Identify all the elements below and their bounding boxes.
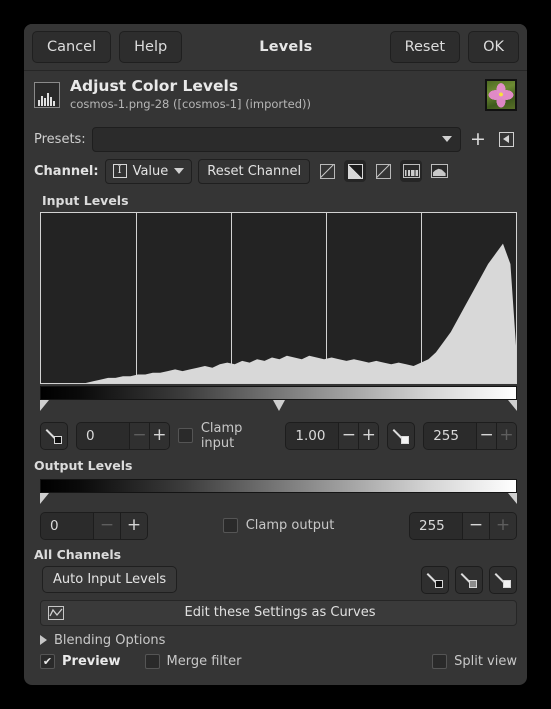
linear-histogram-icon[interactable]: [400, 160, 423, 183]
black-point-picker-icon[interactable]: [40, 421, 68, 450]
input-high-increment[interactable]: +: [496, 422, 516, 449]
histogram-plot: [41, 243, 516, 383]
filter-header: Adjust Color Levels cosmos-1.png-28 ([co…: [24, 71, 527, 121]
input-gamma-spinner[interactable]: 1.00 − +: [285, 421, 380, 450]
input-histogram-wrap: [34, 211, 517, 413]
dialog-body: Presets: + Channel: I Value Reset Channe…: [24, 121, 527, 685]
input-high-decrement[interactable]: −: [476, 422, 497, 449]
filter-header-text: Adjust Color Levels cosmos-1.png-28 ([co…: [70, 77, 475, 113]
preset-menu-icon[interactable]: [495, 128, 517, 150]
output-low-spinner[interactable]: 0 − +: [40, 511, 148, 540]
levels-histogram-icon: [34, 81, 60, 108]
clamp-input-checkbox[interactable]: [177, 428, 193, 444]
preview-checkbox[interactable]: [40, 653, 55, 669]
chevron-right-icon: [40, 635, 47, 646]
nonlinear-gamma-icon[interactable]: [372, 160, 394, 182]
output-gradient-bar: [40, 478, 517, 493]
all-channels-label: All Channels: [34, 546, 122, 562]
linear-gamma-icon[interactable]: [316, 160, 338, 182]
input-gamma-increment[interactable]: +: [358, 422, 379, 449]
split-view-label[interactable]: Split view: [454, 654, 517, 669]
levels-dialog: Cancel Help Levels Reset OK Adjust Color…: [24, 24, 527, 685]
output-high-marker[interactable]: [508, 492, 517, 504]
cancel-button[interactable]: Cancel: [32, 31, 112, 63]
input-gradient-bar: [40, 385, 517, 400]
input-low-marker[interactable]: [40, 399, 49, 411]
output-low-marker[interactable]: [40, 492, 49, 504]
output-high-increment[interactable]: +: [489, 512, 516, 539]
input-low-decrement[interactable]: −: [129, 422, 149, 449]
channel-value: Value: [132, 163, 169, 179]
output-high-decrement[interactable]: −: [462, 512, 489, 539]
output-high-spinner[interactable]: 255 − +: [409, 511, 517, 540]
curve-icon: [48, 605, 64, 620]
titlebar-right-buttons: Reset OK: [389, 31, 519, 63]
image-thumbnail: [485, 78, 517, 111]
input-gamma-marker[interactable]: [272, 399, 285, 411]
chevron-down-icon: [442, 136, 452, 143]
reset-button[interactable]: Reset: [389, 31, 461, 63]
input-levels-controls: 0 − + Clamp input 1.00 − + 255 − +: [34, 413, 517, 455]
input-levels-label: Input Levels: [42, 192, 129, 208]
presets-row: Presets: +: [34, 121, 517, 156]
split-view-checkbox[interactable]: [432, 653, 448, 669]
clamp-output-label[interactable]: Clamp output: [246, 518, 335, 533]
input-low-value[interactable]: 0: [77, 422, 129, 449]
output-low-value[interactable]: 0: [41, 512, 93, 539]
output-levels-wrap: [34, 477, 517, 506]
input-histogram[interactable]: [40, 211, 517, 384]
perceptual-gamma-icon[interactable]: [344, 160, 367, 183]
output-levels-controls: 0 − + Clamp output 255 − +: [34, 506, 517, 544]
input-markers: [40, 399, 517, 413]
ok-button[interactable]: OK: [468, 31, 519, 63]
output-low-increment[interactable]: +: [120, 512, 147, 539]
pick-white-point-icon[interactable]: [489, 565, 517, 594]
chevron-down-icon: [174, 168, 185, 175]
merge-filter-label[interactable]: Merge filter: [167, 654, 242, 669]
value-channel-icon: I: [112, 164, 127, 179]
all-channels-row: Auto Input Levels: [34, 565, 517, 594]
input-high-value[interactable]: 255: [424, 422, 477, 449]
input-gamma-value[interactable]: 1.00: [286, 422, 339, 449]
input-low-increment[interactable]: +: [148, 422, 169, 449]
preview-label[interactable]: Preview: [62, 654, 121, 669]
channel-combo[interactable]: I Value: [104, 158, 193, 184]
input-gamma-decrement[interactable]: −: [338, 422, 359, 449]
logarithmic-histogram-icon[interactable]: [428, 160, 450, 182]
merge-filter-checkbox[interactable]: [144, 653, 160, 669]
input-high-spinner[interactable]: 255 − +: [423, 421, 517, 450]
input-high-marker[interactable]: [508, 399, 517, 411]
dialog-title: Levels: [259, 39, 313, 55]
help-button[interactable]: Help: [119, 31, 183, 63]
clamp-input-label[interactable]: Clamp input: [201, 421, 270, 451]
edit-as-curves-label: Edit these Settings as Curves: [184, 605, 376, 621]
blending-options-row[interactable]: Blending Options: [34, 626, 517, 652]
edit-as-curves-button[interactable]: Edit these Settings as Curves: [40, 599, 517, 626]
dialog-titlebar: Cancel Help Levels Reset OK: [24, 24, 527, 70]
image-name-label: cosmos-1.png-28 ([cosmos-1] (imported)): [70, 97, 311, 112]
white-point-picker-icon[interactable]: [387, 421, 416, 450]
output-markers: [40, 492, 517, 506]
presets-combo[interactable]: [91, 126, 461, 152]
blending-options-label[interactable]: Blending Options: [54, 633, 165, 648]
channel-label: Channel:: [34, 163, 99, 179]
clamp-output-checkbox[interactable]: [222, 518, 238, 534]
auto-input-levels-button[interactable]: Auto Input Levels: [42, 566, 178, 594]
page-title: Adjust Color Levels: [70, 77, 239, 95]
pick-black-point-icon[interactable]: [421, 565, 449, 594]
reset-channel-button[interactable]: Reset Channel: [198, 158, 311, 184]
input-low-spinner[interactable]: 0 − +: [76, 421, 170, 450]
plus-icon[interactable]: +: [467, 128, 489, 150]
pick-gray-point-icon[interactable]: [455, 565, 483, 594]
footer-row: Preview Merge filter Split view: [34, 652, 517, 677]
presets-label: Presets:: [34, 131, 86, 147]
channel-row: Channel: I Value Reset Channel: [34, 156, 517, 190]
output-low-decrement[interactable]: −: [93, 512, 120, 539]
titlebar-left-buttons: Cancel Help: [32, 31, 183, 63]
output-high-value[interactable]: 255: [410, 512, 462, 539]
output-levels-label: Output Levels: [34, 457, 133, 473]
